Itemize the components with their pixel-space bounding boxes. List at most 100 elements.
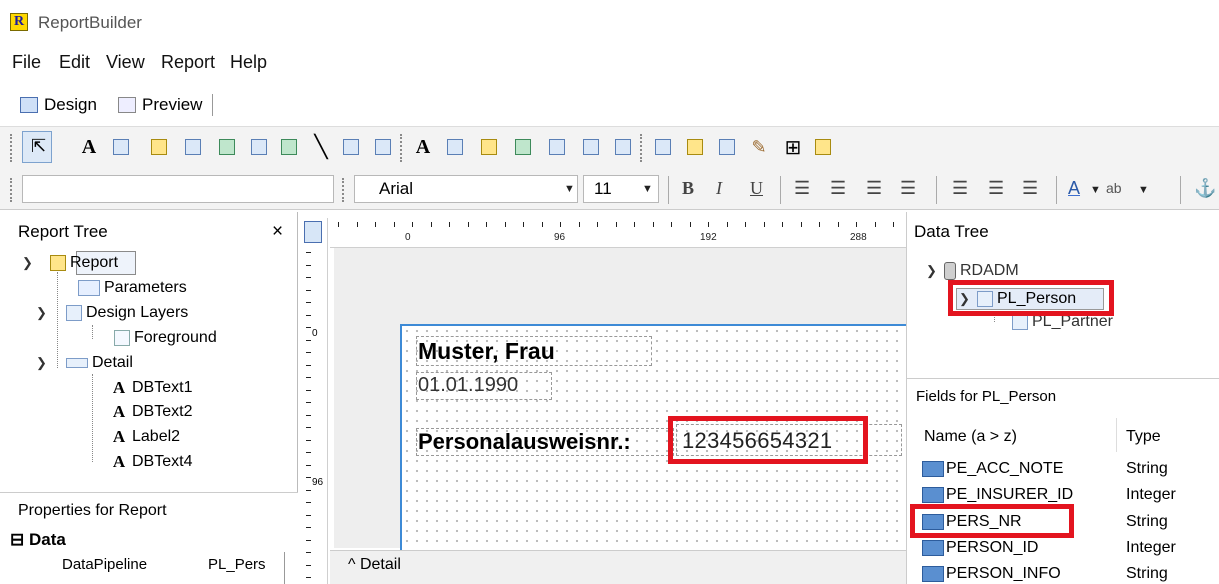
- shape-tool-icon[interactable]: [278, 136, 300, 158]
- ruler-units-icon[interactable]: [304, 221, 322, 243]
- tree-connector: [92, 325, 93, 339]
- menu-edit[interactable]: Edit: [59, 52, 90, 73]
- text-edit-input[interactable]: [22, 175, 334, 203]
- anchor-icon[interactable]: ⚓: [1194, 178, 1216, 199]
- align-top-icon[interactable]: ☰: [952, 178, 968, 199]
- tab-preview[interactable]: Preview: [118, 95, 202, 115]
- align-middle-icon[interactable]: ☰: [988, 178, 1004, 199]
- underline-button[interactable]: U: [750, 178, 763, 199]
- menu-file[interactable]: File: [12, 52, 41, 73]
- tree-item-detail[interactable]: ❯ Detail: [36, 354, 133, 372]
- map-tool-icon[interactable]: [812, 136, 834, 158]
- twod-barcode-tool-icon[interactable]: [372, 136, 394, 158]
- highlight-color-icon[interactable]: ab: [1106, 180, 1122, 196]
- richtext-tool-icon[interactable]: [148, 136, 170, 158]
- align-justify-icon[interactable]: ☰: [900, 178, 916, 199]
- table-tool-icon[interactable]: ⊞: [782, 136, 804, 159]
- column-header-type[interactable]: Type: [1126, 428, 1161, 446]
- ruler-tick: [542, 222, 543, 227]
- ruler-tick: [375, 222, 376, 227]
- collapse-icon[interactable]: ⊟: [10, 530, 24, 549]
- bold-button[interactable]: B: [682, 178, 694, 199]
- align-left-icon[interactable]: ☰: [794, 178, 810, 199]
- barcode-tool-icon[interactable]: [340, 136, 362, 158]
- column-header-name[interactable]: Name (a > z): [924, 428, 1017, 446]
- field-row[interactable]: PERSON_INFO: [922, 565, 1061, 583]
- menu-help[interactable]: Help: [230, 52, 267, 73]
- tree-item-dbtext4[interactable]: A DBText4: [110, 453, 193, 471]
- toolbar-grip-3[interactable]: [640, 134, 644, 162]
- line-tool-icon[interactable]: ╲: [310, 134, 332, 159]
- align-bottom-icon[interactable]: ☰: [1022, 178, 1038, 199]
- chevron-down-icon[interactable]: ▼: [1090, 184, 1101, 196]
- field-row[interactable]: PE_INSURER_ID: [922, 486, 1073, 504]
- font-color-icon[interactable]: A: [1068, 178, 1080, 199]
- property-name: DataPipeline: [62, 556, 148, 573]
- detail-band-bar[interactable]: [330, 550, 906, 584]
- column-divider[interactable]: [1116, 418, 1117, 452]
- chevron-down-icon[interactable]: ❯: [926, 263, 940, 279]
- ruler-tick: [357, 222, 358, 227]
- ruler-tick: [449, 222, 450, 227]
- variable-tool-icon[interactable]: [216, 136, 238, 158]
- vruler-tick: [306, 327, 311, 328]
- detail-band-label: ^ Detail: [348, 556, 401, 574]
- italic-button[interactable]: I: [716, 178, 722, 199]
- tree-item-label2[interactable]: A Label2: [110, 428, 180, 446]
- field-row[interactable]: PE_ACC_NOTE: [922, 460, 1063, 478]
- field-row[interactable]: PERSON_ID: [922, 539, 1038, 557]
- tree-item-foreground[interactable]: Foreground: [114, 329, 217, 347]
- close-icon[interactable]: ×: [272, 221, 283, 243]
- ruler-mark: 96: [554, 232, 566, 243]
- systemvar-tool-icon[interactable]: [182, 136, 204, 158]
- property-value[interactable]: PL_Pers: [208, 556, 266, 573]
- select-tool-button[interactable]: ⇱: [22, 131, 52, 163]
- chevron-down-icon[interactable]: ❯: [36, 305, 50, 321]
- vruler-tick: [306, 402, 311, 403]
- tree-item-dbtext1[interactable]: A DBText1: [110, 379, 193, 397]
- menu-report[interactable]: Report: [161, 52, 215, 73]
- align-center-icon[interactable]: ☰: [830, 178, 846, 199]
- ruler-tick: [801, 222, 802, 227]
- dbimage-tool-icon[interactable]: [546, 136, 568, 158]
- font-name-select[interactable]: Arial: [354, 175, 578, 203]
- chevron-down-icon[interactable]: ❯: [22, 255, 36, 271]
- subreport-tool-icon[interactable]: [684, 136, 706, 158]
- dbmemo-tool-icon[interactable]: [444, 136, 466, 158]
- properties-section-data[interactable]: ⊟ Data: [10, 530, 66, 550]
- chevron-down-icon[interactable]: ▼: [642, 183, 653, 195]
- align-right-icon[interactable]: ☰: [866, 178, 882, 199]
- tree-item-design-layers[interactable]: ❯ Design Layers: [36, 304, 188, 322]
- tree-item-label: DBText2: [132, 403, 193, 420]
- chevron-down-icon[interactable]: ▼: [1138, 184, 1149, 196]
- ruler-tick: [468, 222, 469, 227]
- field-type: Integer: [1126, 486, 1176, 503]
- toolbar-grip[interactable]: [10, 134, 14, 162]
- vruler-tick: [306, 352, 311, 353]
- dbcalc-tool-icon[interactable]: [512, 136, 534, 158]
- dbbarcode-tool-icon[interactable]: [580, 136, 602, 158]
- image-tool-icon[interactable]: [248, 136, 270, 158]
- ruler-tick: [523, 222, 524, 227]
- tree-item-report[interactable]: ❯ Report: [22, 254, 118, 272]
- tab-design[interactable]: Design: [20, 95, 97, 115]
- format-toolbar-grip-2[interactable]: [342, 178, 346, 202]
- tree-item-parameters[interactable]: Parameters: [78, 279, 187, 297]
- format-toolbar-grip[interactable]: [10, 178, 14, 202]
- menu-view[interactable]: View: [106, 52, 145, 73]
- label-tool-icon[interactable]: A: [78, 136, 100, 158]
- dblabel-tool-icon[interactable]: A: [412, 136, 434, 158]
- tree-item-dbtext2[interactable]: A DBText2: [110, 403, 193, 421]
- paint-tool-icon[interactable]: ✎: [748, 136, 770, 158]
- memo-tool-icon[interactable]: [110, 136, 132, 158]
- page-break-tool-icon[interactable]: [716, 136, 738, 158]
- data-tree-root[interactable]: ❯ RDADM: [926, 262, 1019, 280]
- field-name: PERSON_ID: [946, 539, 1039, 556]
- region-tool-icon[interactable]: [652, 136, 674, 158]
- toolbar-grip-2[interactable]: [400, 134, 404, 162]
- chevron-down-icon[interactable]: ❯: [36, 355, 50, 371]
- chevron-down-icon[interactable]: ▼: [564, 183, 575, 195]
- dbtwod-barcode-tool-icon[interactable]: [612, 136, 634, 158]
- dbrichtext-tool-icon[interactable]: [478, 136, 500, 158]
- highlight-box-pers-nr: [910, 504, 1074, 538]
